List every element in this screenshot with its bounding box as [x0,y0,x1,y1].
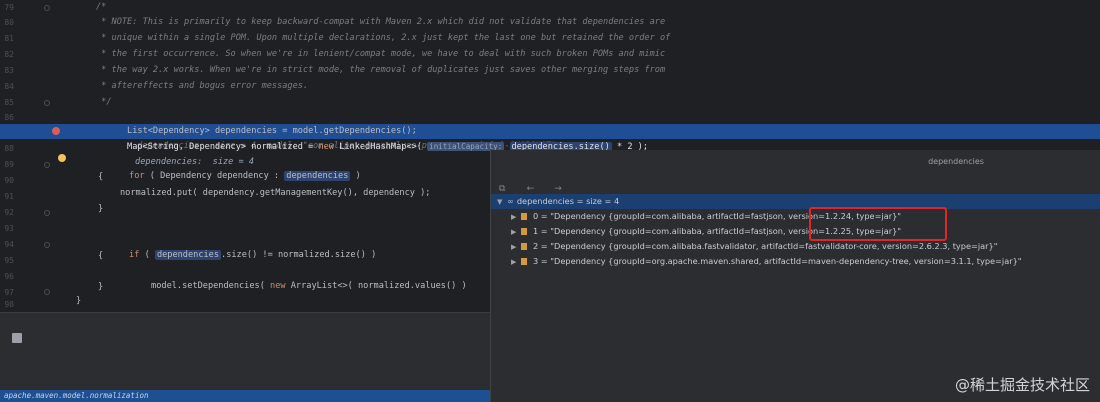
line-number: 94 [4,240,14,249]
line-number: 81 [4,34,14,43]
watermark: @稀土掘金技术社区 [954,376,1090,394]
line-number: 79 [4,3,14,12]
tree-item-text: 3 = "Dependency {groupId=org.apache.mave… [533,256,1022,266]
code-line-for: for ( Dependency dependency : dependenci… [98,154,361,181]
code-text: model.setDependencies( [151,281,271,291]
back-arrow-icon[interactable]: ← [527,184,537,194]
line-number: 83 [4,66,14,75]
tree-item[interactable]: ▶ 3 = "Dependency {groupId=org.apache.mav… [511,254,1022,269]
variable-reference[interactable]: dependencies [154,250,222,260]
comment-line: * aftereffects and bogus error messages. [96,81,309,91]
code-line-if: if ( dependencies .size() != normalized.s… [98,233,376,260]
brace: { [98,172,104,182]
copy-icon[interactable]: ⧉ [499,184,509,194]
keyword: if [129,250,140,260]
keyword: new [318,142,335,152]
version-highlight-box [809,207,947,241]
comment-line: /* [96,2,107,12]
line-number: 86 [4,113,14,122]
collapse-arrow-icon[interactable]: ▶ [511,255,521,270]
line-number: 98 [4,300,14,309]
comment-line: * unique within a single POM. Upon multi… [96,33,671,43]
keyword: for [129,171,145,181]
brace: } [98,204,104,214]
line-number: 91 [4,192,14,201]
line-number: 80 [4,18,14,27]
status-text: apache.maven.model.normalization [4,391,149,400]
brace: } [76,296,82,306]
tree-item-text: 2 = "Dependency {groupId=com.alibaba.fas… [533,241,998,251]
code-line-set: model.setDependencies( new ArrayList<>( … [120,264,467,291]
tree-root[interactable]: ▼ ∞ dependencies = size = 4 [497,194,619,209]
debug-value-popup[interactable]: dependencies ⧉ ← → ▼ ∞ dependencies = size… [490,150,1100,402]
fold-marker-icon[interactable] [44,100,50,106]
popup-title: dependencies [928,157,984,166]
fold-marker-icon[interactable] [44,289,50,295]
code-text: ( [139,250,155,260]
fold-marker-icon[interactable] [44,242,50,248]
line-number: 90 [4,176,14,185]
code-text: .size() != normalized.size() ) [221,250,377,260]
lightbulb-icon[interactable] [58,154,66,162]
line-number: 93 [4,224,14,233]
line-number: 92 [4,208,14,217]
tree-root-value: size = 4 [586,196,620,206]
collapse-arrow-icon[interactable]: ▶ [511,225,521,240]
tree-item[interactable]: ▶ 2 = "Dependency {groupId=com.alibaba.fa… [511,239,998,254]
breakpoint-icon[interactable] [52,127,60,135]
line-number: 82 [4,50,14,59]
field-icon [521,213,527,220]
expand-arrow-icon[interactable]: ▼ [497,195,507,210]
comment-line: * the first occurrence. So when we're in… [96,49,666,59]
collapse-arrow-icon[interactable]: ▶ [511,210,521,225]
status-bar: apache.maven.model.normalization [0,390,492,402]
code-line-map: Map<String, Dependency> normalized = new… [96,124,648,167]
keyword: new [270,281,286,291]
watch-icon: ∞ [507,196,514,206]
panel-icon[interactable] [12,333,22,343]
comment-line: * NOTE: This is primarily to keep backwa… [96,17,666,27]
fold-marker-icon[interactable] [44,5,50,11]
code-text: Map<String, Dependency> normalized = [127,142,319,152]
line-number: 89 [4,160,14,169]
field-icon [521,228,527,235]
code-text: ) [350,171,361,181]
line-number: 88 [4,144,14,153]
fold-marker-icon[interactable] [44,162,50,168]
field-icon [521,243,527,250]
line-number: 84 [4,82,14,91]
line-number: 95 [4,256,14,265]
line-number: 97 [4,288,14,297]
code-line-put: normalized.put( dependency.getManagement… [120,188,431,198]
comment-line: * the way 2.x works. When we're in stric… [96,65,666,75]
popup-toolbar: ⧉ ← → [499,176,572,194]
code-text: ( Dependency dependency : [144,171,285,181]
brace: { [98,251,104,261]
code-text: LinkedHashMap<>( [334,142,428,152]
collapse-arrow-icon[interactable]: ▶ [511,240,521,255]
tree-root-label: dependencies [516,196,574,206]
code-line-list: List<Dependency> dependencies = model.ge… [96,109,556,151]
field-icon [521,258,527,265]
line-number: 96 [4,272,14,281]
comment-line: */ [96,97,112,107]
brace: } [98,282,104,292]
code-text: ArrayList<>( normalized.values() ) [285,281,467,291]
fold-marker-icon[interactable] [44,210,50,216]
line-number: 85 [4,98,14,107]
forward-arrow-icon[interactable]: → [554,184,564,194]
variable-reference[interactable]: dependencies [284,171,351,181]
lower-panel [0,312,492,391]
